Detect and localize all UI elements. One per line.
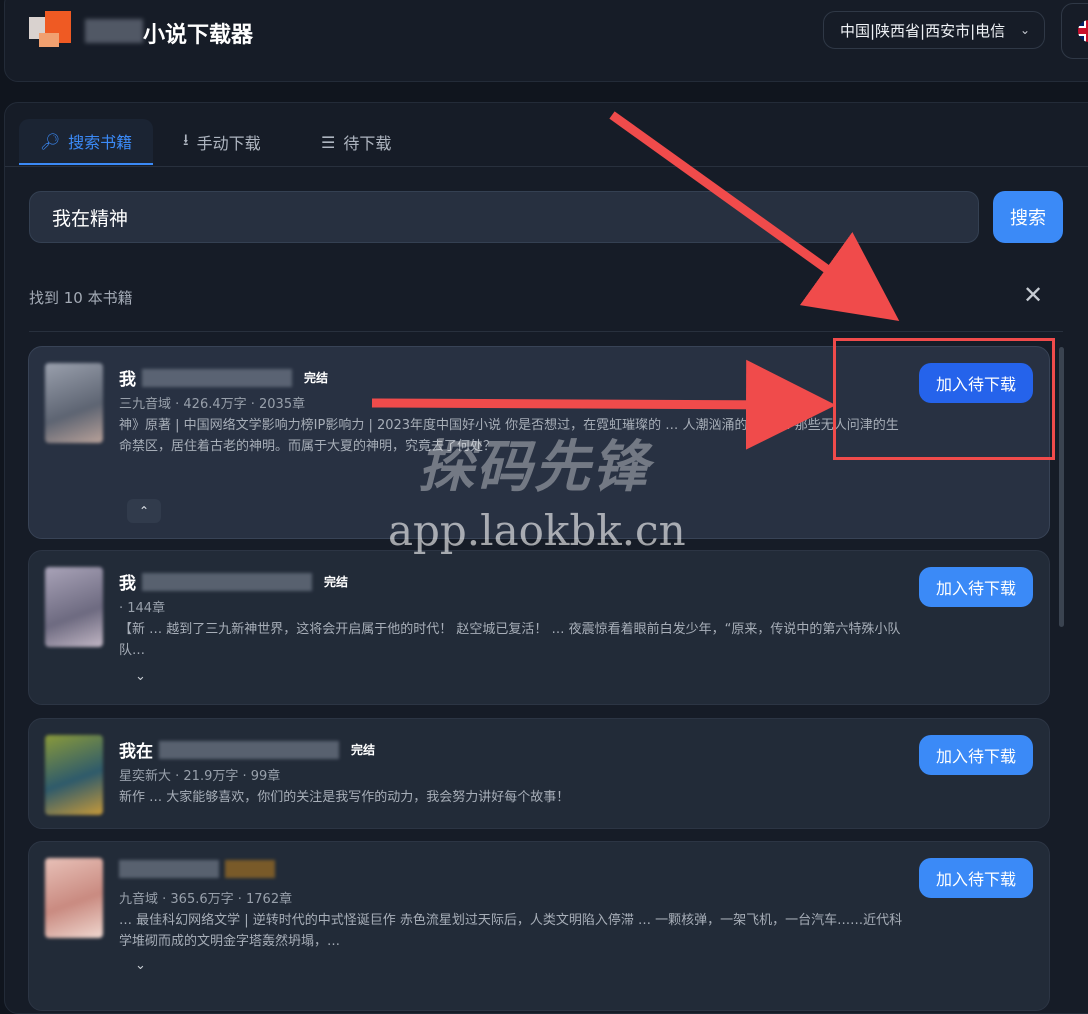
arrow-diagonal <box>609 111 900 321</box>
watermark-url: app.laokbk.cn <box>388 506 686 555</box>
watermark-brand: 探码先锋 <box>418 435 650 500</box>
arrow-horizontal <box>371 359 836 450</box>
